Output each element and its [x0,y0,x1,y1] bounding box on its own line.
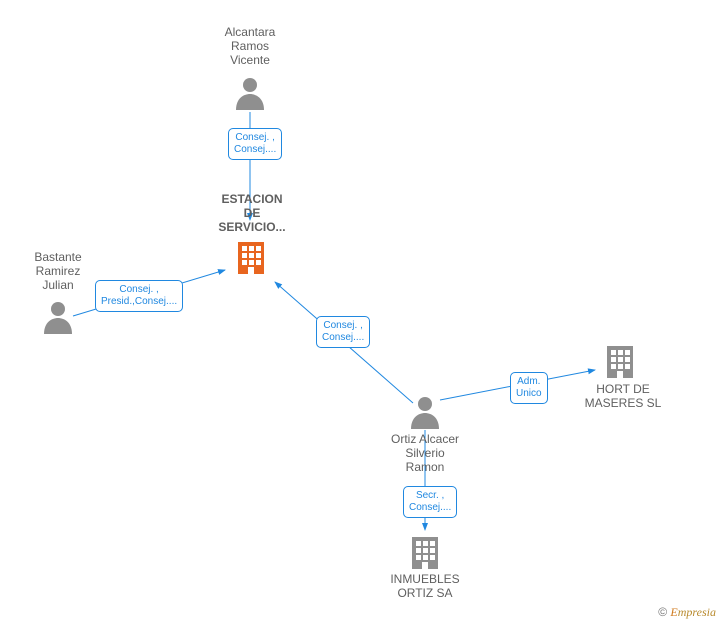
building-icon [234,240,268,274]
person-label-alcantara[interactable]: AlcantaraRamosVicente [210,25,290,67]
building-icon [603,344,637,378]
person-icon [42,300,74,334]
copyright: © Empresia [658,605,716,620]
role-box-alcantara-estacion[interactable]: Consej. ,Consej.... [228,128,282,160]
person-icon [234,76,266,110]
copyright-symbol: © [658,605,667,619]
company-label-estacion[interactable]: ESTACIONDESERVICIO... [212,192,292,234]
role-box-bastante-estacion[interactable]: Consej. ,Presid.,Consej.... [95,280,183,312]
person-label-bastante[interactable]: BastanteRamirezJulian [18,250,98,292]
brand: Empresia [670,605,716,619]
person-icon [409,395,441,429]
role-box-ortiz-hort[interactable]: Adm.Unico [510,372,548,404]
person-label-ortiz[interactable]: Ortiz AlcacerSilverioRamon [385,432,465,474]
company-label-hort[interactable]: HORT DEMASERES SL [578,382,668,410]
building-icon [408,535,442,569]
diagram-canvas: AlcantaraRamosVicente BastanteRamirezJul… [0,0,728,630]
role-box-ortiz-estacion[interactable]: Consej. ,Consej.... [316,316,370,348]
role-box-ortiz-inmuebles[interactable]: Secr. ,Consej.... [403,486,457,518]
edges-layer [0,0,728,630]
company-label-inmuebles[interactable]: INMUEBLESORTIZ SA [385,572,465,600]
